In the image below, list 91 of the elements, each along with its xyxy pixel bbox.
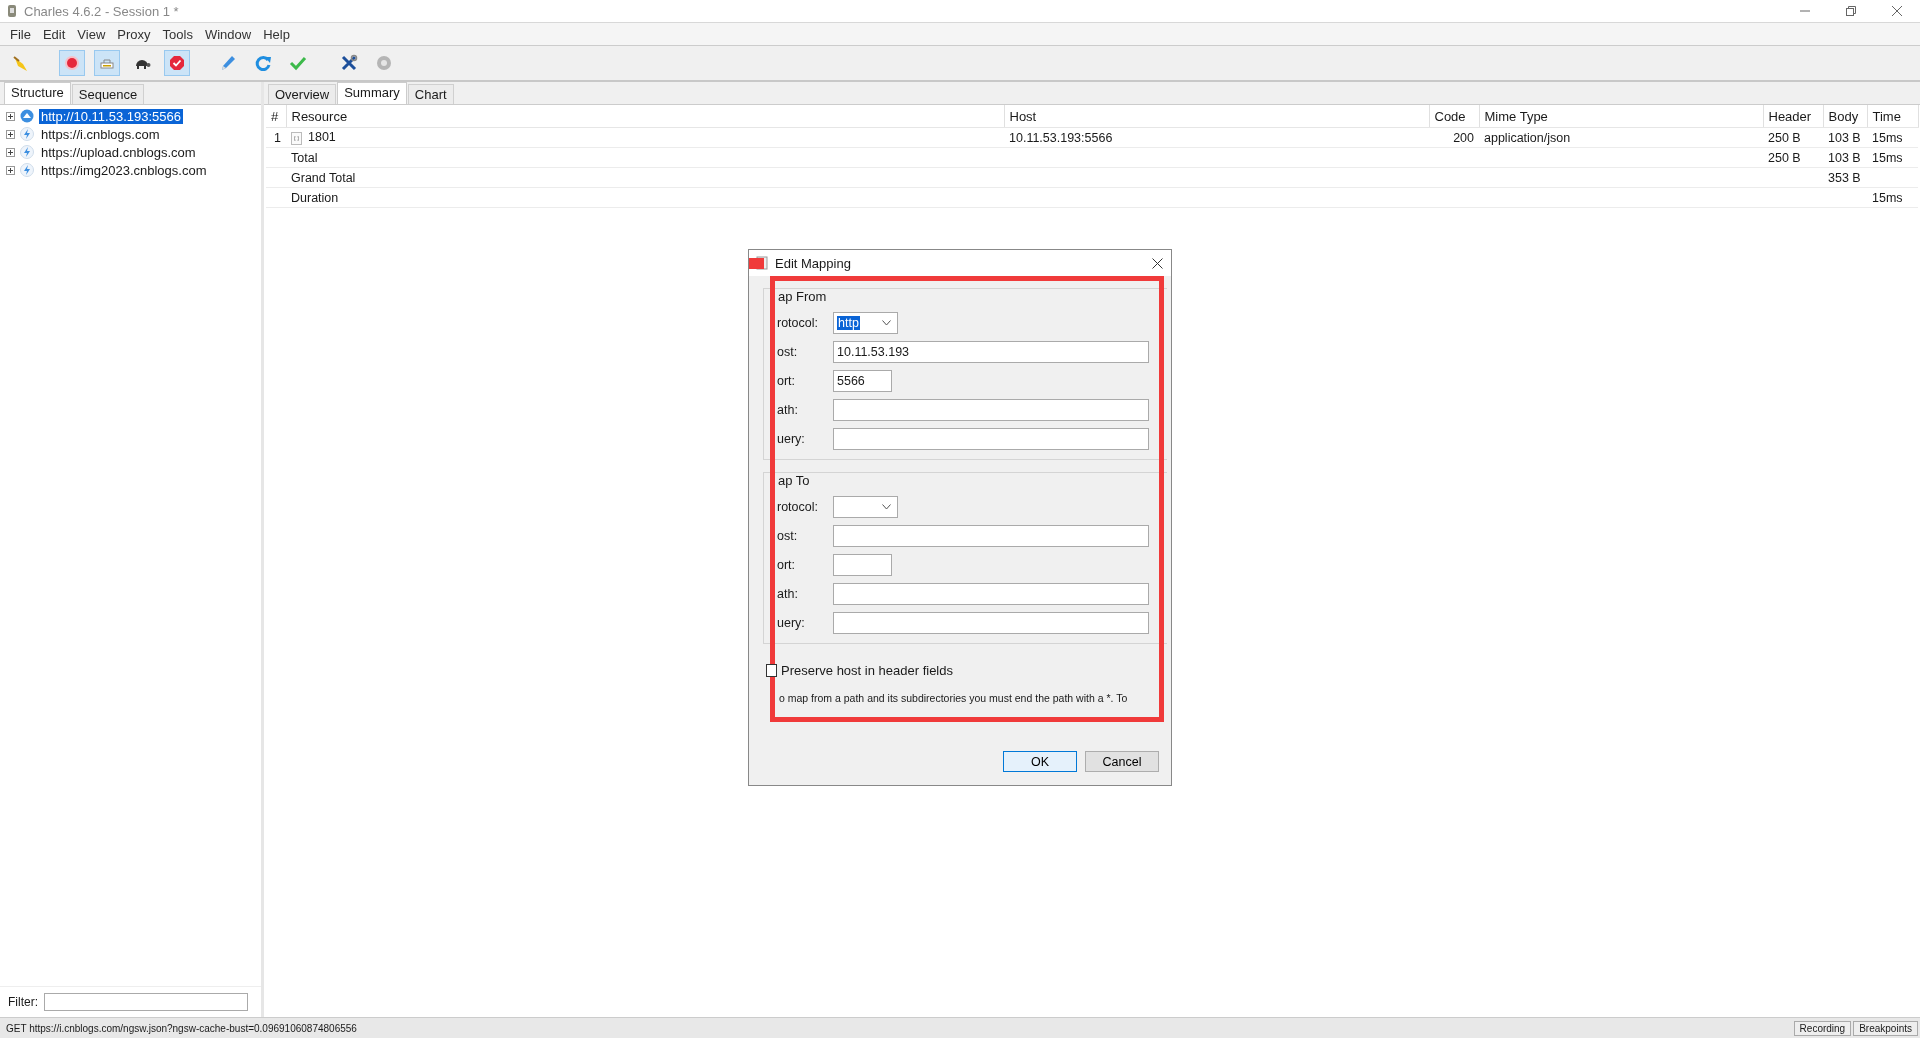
stop-sign-icon (168, 54, 186, 72)
field-label: ort: (777, 557, 797, 572)
table-cell: 1 (274, 130, 281, 145)
broom-icon (12, 54, 30, 72)
input-field[interactable] (833, 611, 1149, 634)
status-text: GET https://i.cnblogs.com/ngsw.json?ngsw-cache-bust=0.09691060874806556 (6, 1022, 358, 1034)
tree-item[interactable]: https://img2023.cnblogs.com (39, 162, 209, 178)
field-label: ort: (777, 373, 797, 388)
status-button[interactable]: Breakpoints (1853, 1020, 1918, 1036)
column-header[interactable]: Mime Type (1479, 105, 1763, 128)
column-header[interactable]: Header (1763, 105, 1823, 128)
refresh-icon (254, 54, 272, 72)
caret-icon (882, 319, 891, 326)
menu-item[interactable]: Edit (36, 26, 72, 42)
field-label: ost: (777, 528, 799, 543)
lightning-icon (20, 145, 34, 159)
checkbox[interactable] (766, 663, 777, 677)
menu-item[interactable]: File (4, 26, 37, 42)
column-header[interactable]: Time (1867, 105, 1918, 128)
window-title: Charles 4.6.2 - Session 1 * (24, 3, 180, 19)
tree-item[interactable]: https://i.cnblogs.com (39, 126, 162, 142)
menu-item[interactable]: Tools (156, 26, 199, 42)
close-icon[interactable] (1892, 6, 1902, 16)
field-label: ath: (777, 402, 799, 417)
pen-icon (219, 54, 237, 72)
filter-field[interactable] (44, 993, 248, 1011)
table-cell: Grand Total (291, 170, 356, 185)
table-cell: 353 B (1828, 170, 1861, 185)
field-label: ath: (777, 586, 799, 601)
tab[interactable]: Chart (407, 84, 454, 104)
dialog-button[interactable]: OK (1003, 751, 1077, 772)
column-header[interactable]: Resource (286, 105, 1004, 128)
input-field[interactable] (833, 582, 1149, 605)
menu-item[interactable]: Help (257, 26, 296, 42)
tab[interactable]: Summary (337, 82, 407, 104)
table-cell: Total (291, 150, 318, 165)
table-cell: 103 B (1828, 150, 1861, 165)
table-cell: 15ms (1872, 190, 1903, 205)
menu-item[interactable]: Proxy (111, 26, 157, 42)
menu-item[interactable]: View (71, 26, 112, 42)
field-label: rotocol: (777, 499, 819, 514)
close-icon[interactable] (1152, 257, 1163, 269)
gear-icon (375, 54, 393, 72)
status-button[interactable]: Recording (1793, 1020, 1852, 1036)
tools-icon (340, 54, 358, 72)
table-cell: 1801 (308, 130, 336, 145)
tree-item[interactable]: http://10.11.53.193:5566 (39, 108, 183, 124)
dialog-title: Edit Mapping (775, 255, 852, 271)
table-cell: application/json (1484, 130, 1571, 145)
caret-icon (882, 503, 891, 510)
record-icon (63, 54, 81, 72)
column-header[interactable]: # (266, 105, 286, 128)
checkbox-label: Preserve host in header fields (781, 662, 953, 678)
table-cell: 250 B (1768, 150, 1801, 165)
field-label: ost: (777, 344, 799, 359)
input-field[interactable] (833, 427, 1149, 450)
table-cell: 250 B (1768, 130, 1801, 145)
file-icon (291, 131, 302, 145)
table-cell: 200 (1453, 130, 1474, 145)
column-header[interactable]: Body (1823, 105, 1867, 128)
field-label: rotocol: (777, 315, 819, 330)
input-field[interactable]: 5566 (833, 369, 892, 392)
check-icon (289, 54, 307, 72)
input-field[interactable] (833, 553, 892, 576)
dropdown[interactable]: http (833, 311, 898, 334)
tab[interactable]: Overview (268, 84, 337, 104)
globe-icon (20, 109, 34, 123)
input-field[interactable] (833, 524, 1149, 547)
table-cell: 15ms (1872, 130, 1903, 145)
lightning-icon (20, 127, 34, 141)
tab[interactable]: Structure (4, 82, 71, 104)
field-label: uery: (777, 431, 806, 446)
lightning-icon (20, 163, 34, 177)
input-field[interactable] (833, 398, 1149, 421)
tree-item[interactable]: https://upload.cnblogs.com (39, 144, 198, 160)
help-text: o map from a path and its subdirectories you must end the path with a *. To (779, 692, 1129, 704)
field-label: uery: (777, 615, 806, 630)
tab[interactable]: Sequence (71, 84, 145, 104)
dialog-button[interactable]: Cancel (1085, 751, 1159, 772)
input-field[interactable]: 10.11.53.193 (833, 340, 1149, 363)
restore-icon[interactable] (1846, 6, 1856, 16)
table-cell: 15ms (1872, 150, 1903, 165)
filter-label: Filter: (8, 995, 38, 1009)
menu-item[interactable]: Window (198, 26, 258, 42)
table-cell: 10.11.53.193:5566 (1009, 130, 1113, 145)
dropdown[interactable] (833, 495, 898, 518)
table-cell: Duration (291, 190, 339, 205)
column-header[interactable]: Code (1429, 105, 1479, 128)
column-header[interactable]: Host (1004, 105, 1429, 128)
app-icon (6, 4, 18, 18)
table-cell: 103 B (1828, 130, 1861, 145)
